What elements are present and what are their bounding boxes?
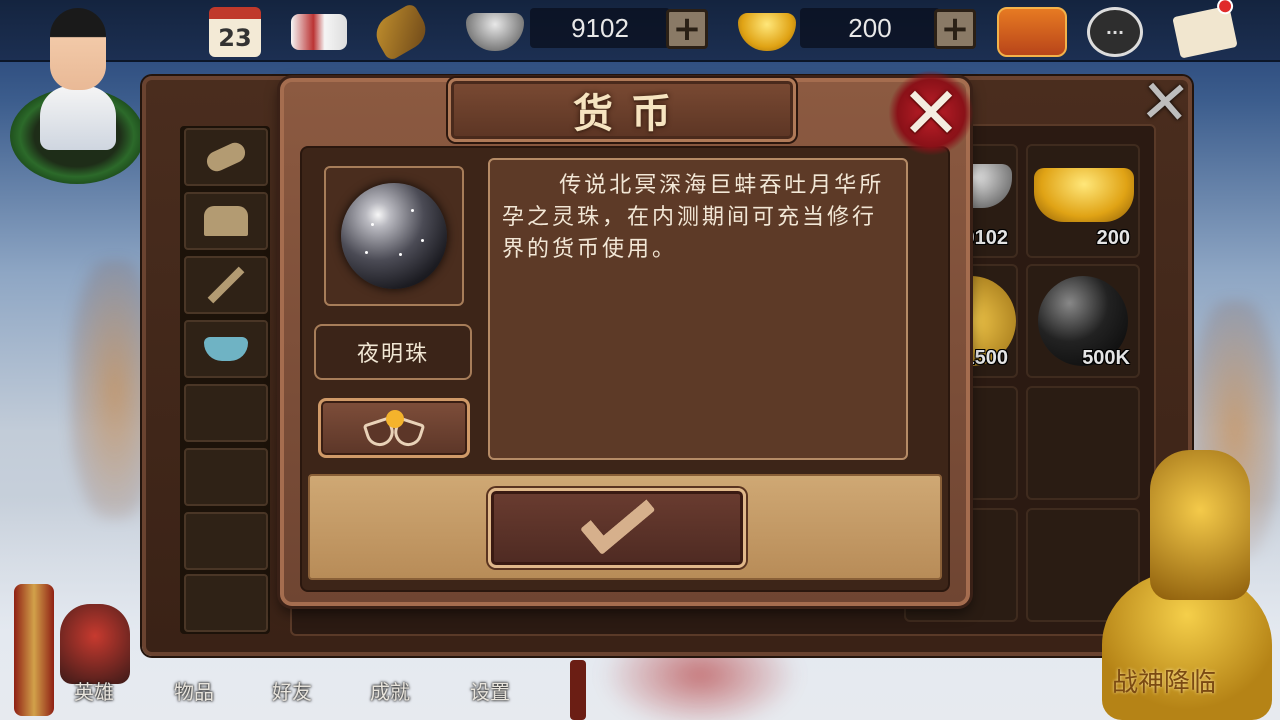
- puzzle-tab-icon[interactable]: [184, 192, 268, 250]
- inventory-close-button[interactable]: ✕: [1134, 66, 1196, 139]
- checkmark-icon: [580, 484, 656, 556]
- gold-ingot-icon: [738, 4, 796, 60]
- offering-hands-icon: [362, 408, 426, 450]
- player-avatar[interactable]: [4, 0, 150, 190]
- nav-item-heroes[interactable]: 英雄: [74, 676, 114, 705]
- dialog-title: 货币: [573, 90, 689, 137]
- item-description: 传说北冥深海巨蚌吞吐月华所孕之灵珠，在内测期间可充当修行界的货币使用。: [502, 173, 885, 262]
- inventory-slot[interactable]: 200: [1026, 144, 1140, 258]
- use-item-button[interactable]: [318, 398, 470, 458]
- dialog-close-button[interactable]: ✕: [888, 70, 974, 156]
- silver-amount: 9102: [530, 8, 670, 48]
- gold-amount: 200: [800, 8, 940, 48]
- war-god-event-label: 战神降临: [1112, 668, 1217, 698]
- inventory-slot[interactable]: 500K: [1026, 264, 1140, 378]
- empty-tab[interactable]: [184, 512, 268, 570]
- treasure-chest-icon[interactable]: [994, 4, 1070, 60]
- item-description-box: 传说北冥深海巨蚌吞吐月华所孕之灵珠，在内测期间可充当修行界的货币使用。: [488, 158, 908, 460]
- close-icon: ✕: [900, 71, 962, 155]
- bottom-nav: 英雄 物品 好友 成就 设置: [0, 640, 590, 720]
- empty-tab[interactable]: [184, 574, 268, 632]
- empty-tab[interactable]: [184, 384, 268, 442]
- winged-scroll-icon[interactable]: [290, 4, 348, 60]
- dialog-title-plate: 货币: [448, 78, 796, 142]
- nav-item-items[interactable]: 物品: [174, 676, 214, 705]
- scroll-tab-icon[interactable]: [184, 128, 268, 186]
- slot-count: 9102: [963, 227, 1009, 249]
- item-name: 夜明珠: [314, 324, 472, 380]
- mail-icon[interactable]: [1172, 0, 1238, 60]
- calendar-icon[interactable]: 23: [206, 4, 264, 60]
- calendar-day: 23: [209, 7, 261, 57]
- slot-count: 1500: [963, 347, 1009, 369]
- nav-item-friends[interactable]: 好友: [272, 676, 312, 705]
- add-silver-button[interactable]: +: [666, 9, 708, 49]
- slot-count: 200: [1096, 227, 1130, 249]
- empty-tab[interactable]: [184, 448, 268, 506]
- gold-ingot-icon: [1034, 168, 1134, 222]
- ingot-tab-icon[interactable]: [184, 320, 268, 378]
- horn-icon[interactable]: [369, 2, 433, 62]
- item-icon-frame: [324, 166, 464, 306]
- chat-icon[interactable]: ···: [1086, 4, 1144, 60]
- add-gold-button[interactable]: +: [934, 9, 976, 49]
- confirm-button[interactable]: [488, 484, 746, 568]
- night-pearl-icon: [341, 183, 447, 289]
- slot-count: 500K: [1082, 347, 1130, 369]
- close-icon: ✕: [1137, 66, 1193, 140]
- sword-tab-icon[interactable]: [184, 256, 268, 314]
- top-bar: 23 9102 + 200 + ···: [0, 0, 1280, 62]
- nav-item-achievements[interactable]: 成就: [370, 676, 410, 705]
- silver-ingot-icon: [466, 4, 524, 60]
- nav-item-settings[interactable]: 设置: [470, 676, 510, 705]
